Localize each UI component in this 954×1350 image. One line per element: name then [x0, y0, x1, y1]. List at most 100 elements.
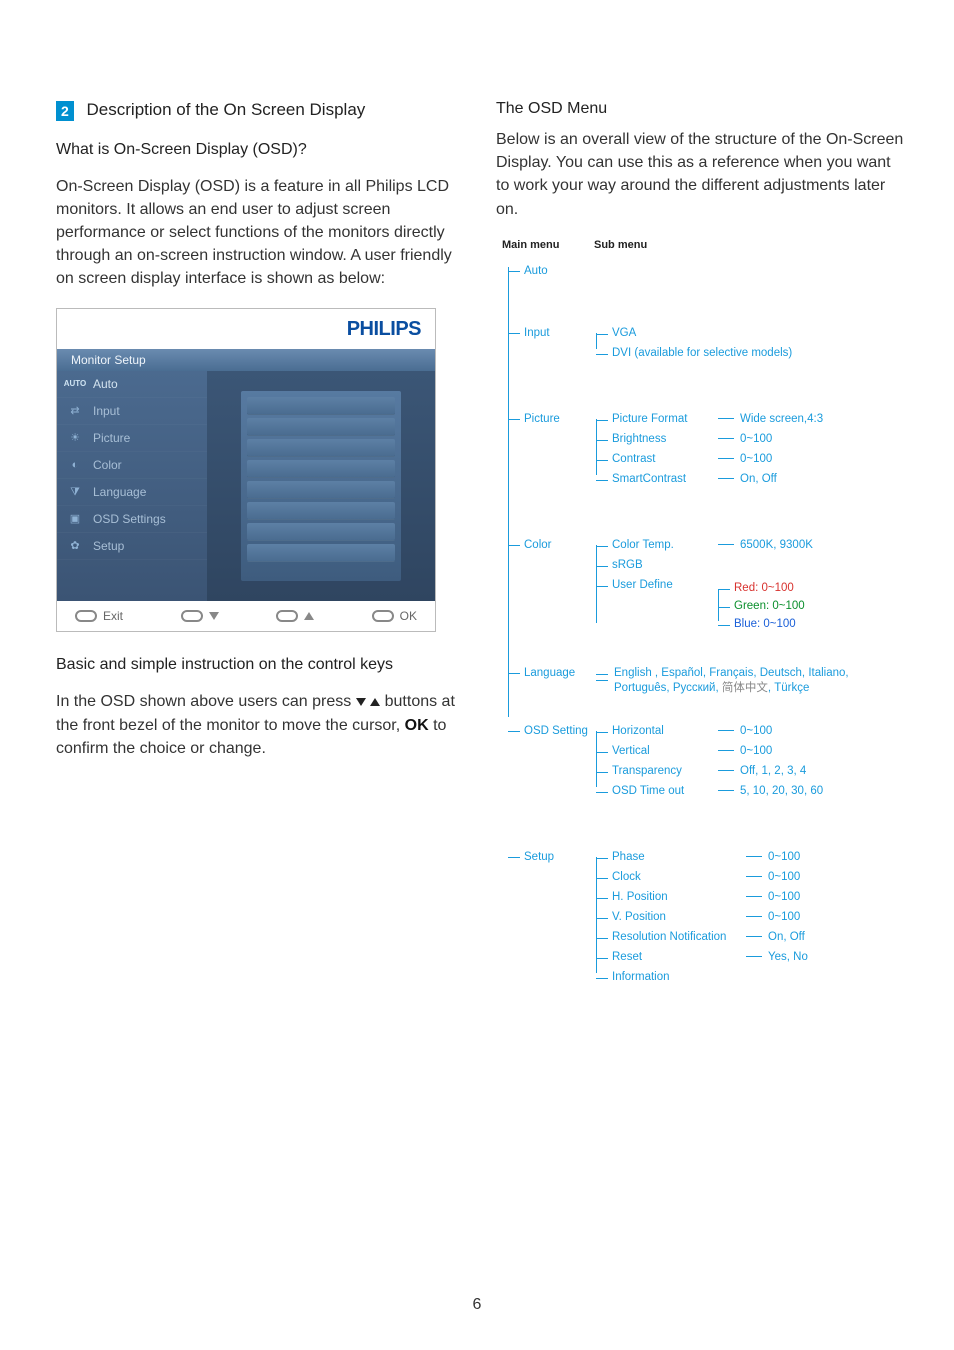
tree-sub: Vertical	[596, 745, 718, 757]
tree-sub: Clock	[596, 871, 746, 883]
osd-menu-list: AUTO Auto ⇄ Input ☀ Picture ◐ Color	[57, 371, 207, 601]
osd-footer-up[interactable]	[276, 610, 314, 622]
osd-item-label: Setup	[93, 539, 124, 553]
pill-icon	[181, 610, 203, 622]
tree-main-auto: Auto	[506, 261, 596, 277]
tree-header: Main menu Sub menu	[496, 239, 904, 251]
tree-sub: Resolution Notification	[596, 931, 746, 943]
tree-val: 0~100	[740, 725, 772, 737]
tree-val-green: Green: 0~100	[734, 600, 805, 612]
osd-header: PHILIPS	[57, 309, 435, 349]
tree-sub: VGA	[596, 327, 904, 339]
ok-label: OK	[405, 717, 429, 734]
tree-lang-line1: English , Español, Français, Deutsch, It…	[614, 667, 904, 679]
page-number: 6	[0, 1296, 954, 1314]
osd-titlebar: Monitor Setup	[57, 349, 435, 371]
osd-item-osdsettings[interactable]: ▣ OSD Settings	[57, 506, 207, 533]
tree-val: 0~100	[740, 453, 772, 465]
section-number: 2	[56, 101, 74, 121]
tree-sub: User Define	[596, 579, 718, 591]
tree-sub: V. Position	[596, 911, 746, 923]
tree-val: On, Off	[768, 931, 805, 943]
osd-item-auto[interactable]: AUTO Auto	[57, 371, 207, 398]
tree-sub: H. Position	[596, 891, 746, 903]
osd-footer-down[interactable]	[181, 610, 219, 622]
tree-val: Wide screen,4:3	[740, 413, 823, 425]
osd-item-label: Auto	[93, 377, 118, 391]
auto-icon: AUTO	[67, 380, 83, 388]
osd-item-label: OSD Settings	[93, 512, 166, 526]
tree-sub: Phase	[596, 851, 746, 863]
osd-footer-exit[interactable]: Exit	[75, 609, 123, 623]
tree-lang-cn: 简体中文	[722, 682, 768, 694]
tree-val: On, Off	[740, 473, 777, 485]
osd-footer-exit-label: Exit	[103, 609, 123, 623]
osd-footer: Exit OK	[57, 601, 435, 631]
color-icon: ◐	[67, 460, 83, 471]
pill-icon	[276, 610, 298, 622]
paragraph-osd-menu: Below is an overall view of the structur…	[496, 128, 904, 221]
tree-sub: sRGB	[596, 559, 904, 571]
osd-item-setup[interactable]: ✿ Setup	[57, 533, 207, 560]
tree-val: 0~100	[768, 871, 800, 883]
heading-what-is-osd: What is On-Screen Display (OSD)?	[56, 141, 466, 159]
tree-sub: SmartContrast	[596, 473, 718, 485]
tree-sub: Transparency	[596, 765, 718, 777]
osd-footer-ok-label: OK	[400, 609, 417, 623]
section-title: 2 Description of the On Screen Display	[56, 100, 466, 121]
tree-sub: Horizontal	[596, 725, 718, 737]
tree-sub: DVI (available for selective models)	[596, 347, 904, 359]
tree-val-red: Red: 0~100	[734, 582, 794, 594]
tree-sub: Picture Format	[596, 413, 718, 425]
tree-sub: Contrast	[596, 453, 718, 465]
heading-osd-menu: The OSD Menu	[496, 100, 904, 118]
text-fragment: In the OSD shown above users can press	[56, 693, 356, 710]
osd-footer-ok[interactable]: OK	[372, 609, 417, 623]
tree-main-osdsetting: OSD Setting	[506, 721, 596, 737]
tree-val: Yes, No	[768, 951, 808, 963]
setup-icon: ✿	[67, 541, 83, 552]
osd-preview-pane	[207, 371, 435, 601]
tree-sub: Information	[596, 971, 904, 983]
tree-sub: OSD Time out	[596, 785, 718, 797]
tree-main-setup: Setup	[506, 847, 596, 863]
tree-sub: Color Temp.	[596, 539, 718, 551]
tree-val: 0~100	[740, 745, 772, 757]
tree-main-picture: Picture	[506, 409, 596, 425]
tree-main-language: Language	[506, 663, 596, 679]
tree-val: 5, 10, 20, 30, 60	[740, 785, 823, 797]
section-title-text: Description of the On Screen Display	[87, 100, 366, 119]
osd-item-label: Input	[93, 404, 120, 418]
heading-basic-instr: Basic and simple instruction on the cont…	[56, 656, 466, 674]
osd-item-picture[interactable]: ☀ Picture	[57, 425, 207, 452]
input-icon: ⇄	[67, 406, 83, 417]
osd-item-label: Language	[93, 485, 146, 499]
tree-node-setup: Setup Phase 0~100 Clock 0~100 H. Position 0…	[506, 847, 904, 987]
osd-item-label: Picture	[93, 431, 130, 445]
philips-logo: PHILIPS	[347, 318, 421, 341]
picture-icon: ☀	[67, 433, 83, 444]
triangle-down-icon	[356, 698, 366, 706]
tree-node-color: Color Color Temp.6500K, 9300K sRGB User …	[506, 535, 904, 637]
osdsettings-icon: ▣	[67, 514, 83, 525]
tree-val: 0~100	[768, 851, 800, 863]
pill-icon	[75, 610, 97, 622]
osd-item-input[interactable]: ⇄ Input	[57, 398, 207, 425]
tree-node-auto: Auto	[506, 261, 904, 277]
tree-val-blue: Blue: 0~100	[734, 618, 796, 630]
tree-node-osdsetting: OSD Setting Horizontal 0~100 Vertical 0~10…	[506, 721, 904, 801]
tree-val: 0~100	[768, 911, 800, 923]
osd-item-label: Color	[93, 458, 122, 472]
paragraph-basic-instr: In the OSD shown above users can press b…	[56, 690, 466, 760]
tree-node-picture: Picture Picture Format Wide screen,4:3 Br…	[506, 409, 904, 489]
tree-sub: Brightness	[596, 433, 718, 445]
tree-val: 0~100	[768, 891, 800, 903]
tree-lang-line2b: , Türkçe	[768, 682, 810, 694]
main-menu-label: Main menu	[496, 239, 594, 251]
osd-item-language[interactable]: ⧩ Language	[57, 479, 207, 506]
osd-item-color[interactable]: ◐ Color	[57, 452, 207, 479]
triangle-down-icon	[209, 612, 219, 620]
sub-menu-label: Sub menu	[594, 239, 647, 251]
paragraph-osd-desc: On-Screen Display (OSD) is a feature in …	[56, 175, 466, 291]
tree-main-input: Input	[506, 323, 596, 339]
